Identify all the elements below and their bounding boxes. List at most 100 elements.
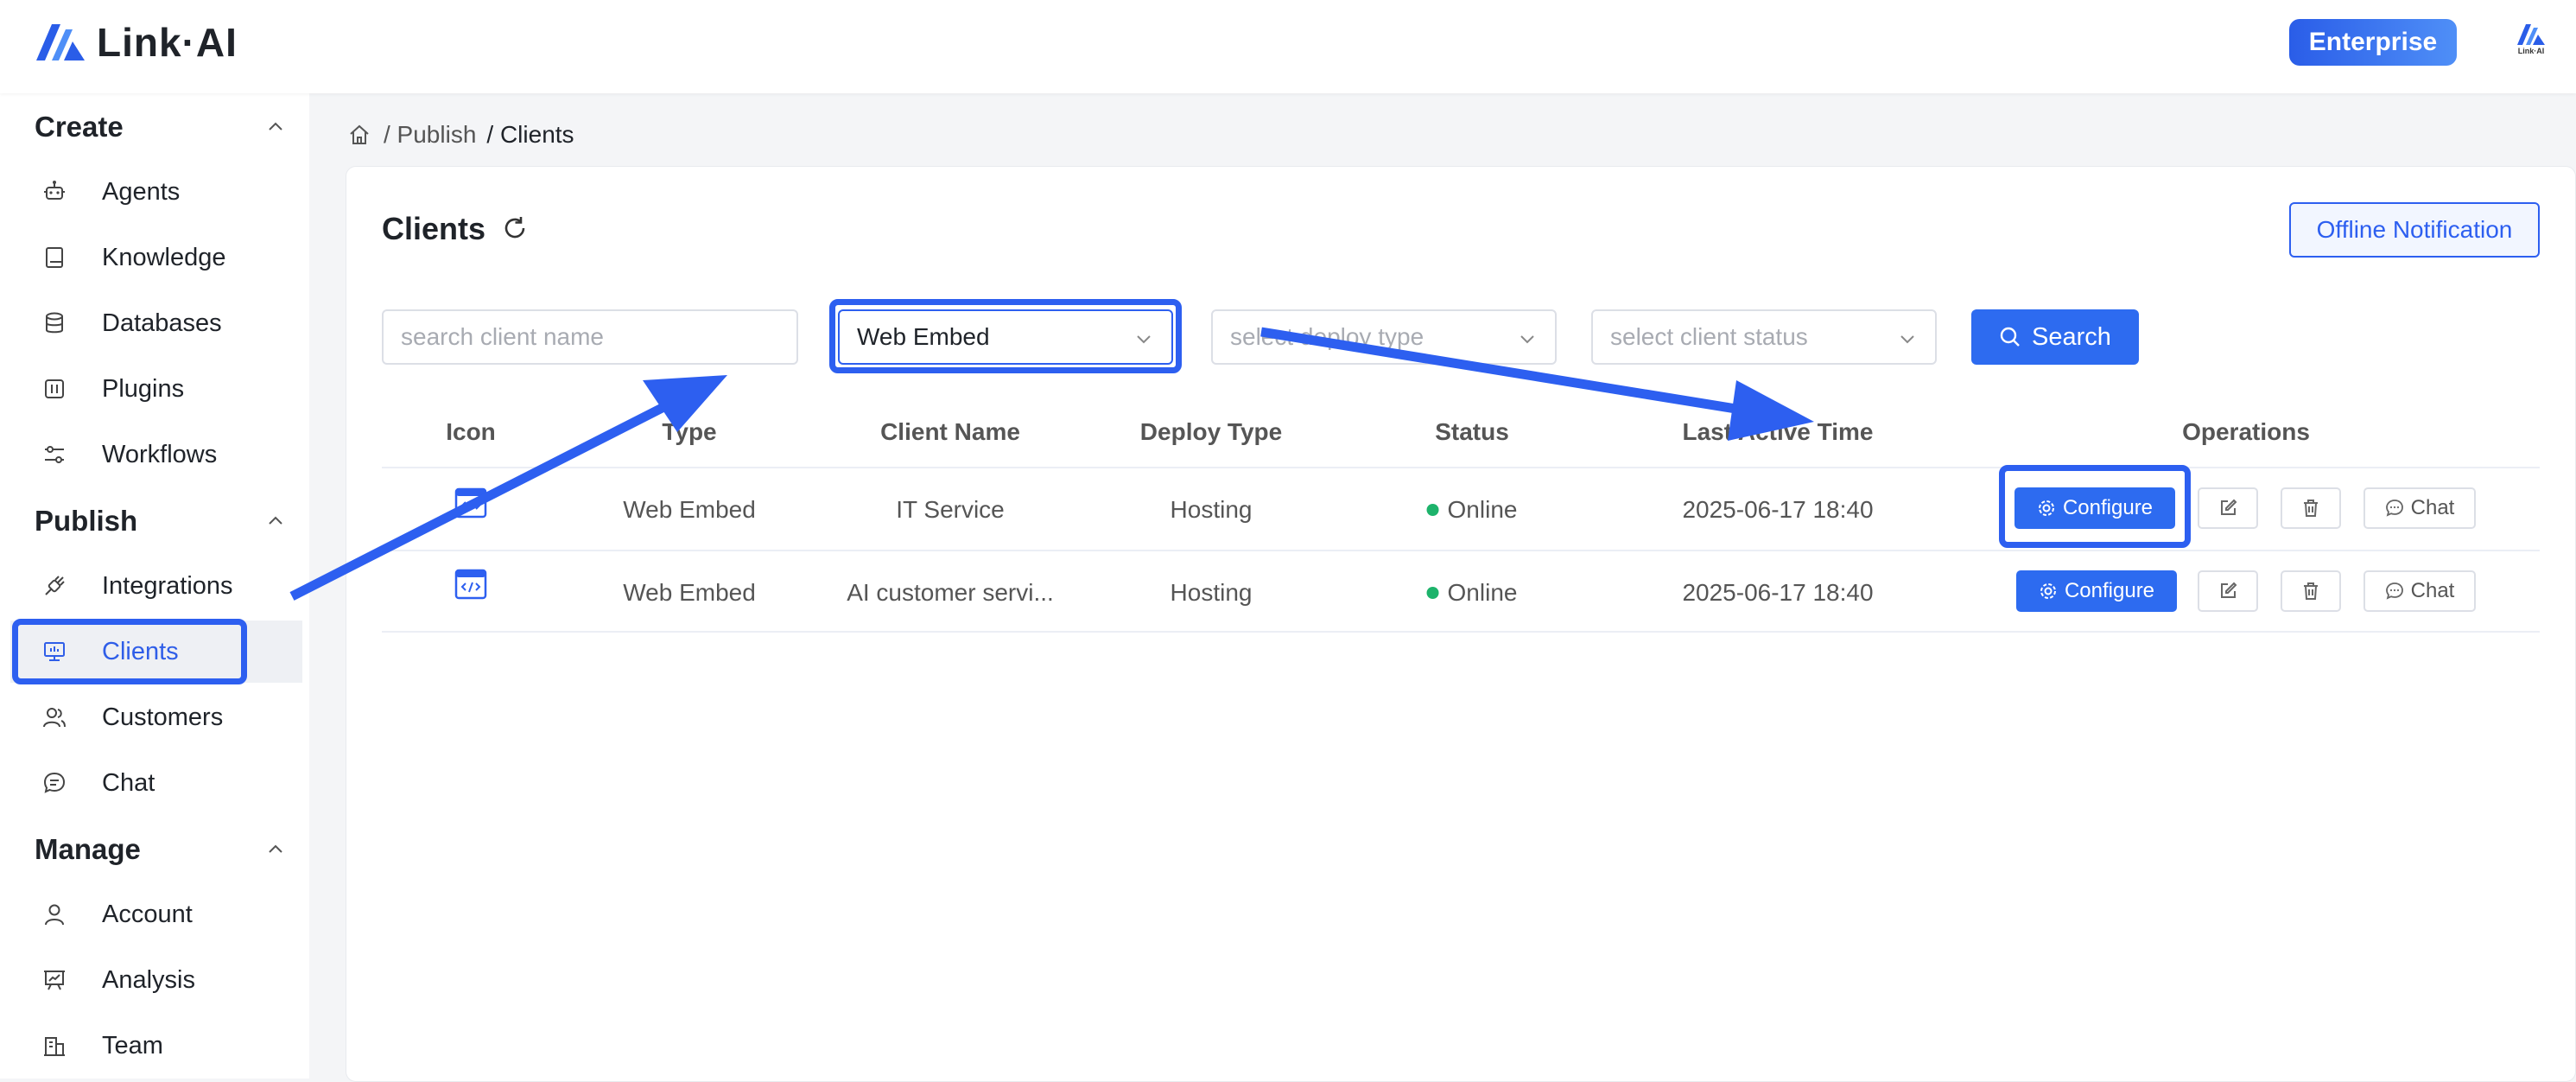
online-dot-icon: [1426, 504, 1439, 516]
sidebar-item-label: Agents: [102, 177, 181, 206]
column-header-deploy-type: Deploy Type: [1139, 418, 1283, 445]
cell-type: Web Embed: [623, 496, 756, 523]
building-icon: [40, 1031, 69, 1060]
cell-last-active: 2025-06-17 18:40: [1682, 496, 1874, 523]
search-icon: [2000, 327, 2020, 347]
enterprise-button[interactable]: Enterprise: [2289, 19, 2457, 66]
chevron-down-icon: [1900, 335, 1914, 344]
delete-button[interactable]: [2281, 487, 2341, 529]
avatar[interactable]: Link·AI: [2510, 22, 2552, 64]
sidebar-item-integrations[interactable]: Integrations: [10, 555, 302, 617]
chat-bubble-icon: [40, 768, 69, 798]
section-title: Create: [35, 111, 124, 143]
gear-icon: [2040, 583, 2056, 599]
avatar-text: Link·AI: [2517, 47, 2545, 55]
cell-status: Online: [1426, 496, 1517, 524]
section-create[interactable]: Create: [35, 105, 285, 149]
delete-button[interactable]: [2281, 570, 2341, 612]
sidebar-item-databases[interactable]: Databases: [10, 292, 302, 354]
sidebar-item-label: Integrations: [102, 571, 233, 600]
search-button[interactable]: Search: [1971, 309, 2139, 365]
edit-icon: [2221, 582, 2237, 598]
sidebar-item-label: Customers: [102, 703, 224, 731]
cell-deploy-type: Hosting: [1170, 579, 1253, 606]
deploy-type-placeholder: select deploy type: [1230, 323, 1424, 350]
table-divider: [382, 631, 2540, 633]
plug-icon: [40, 571, 69, 601]
sidebar-item-label: Workflows: [102, 440, 218, 468]
client-status-select[interactable]: select client status: [1591, 309, 1937, 365]
clients-highlight-box: [12, 619, 247, 684]
status-text: Online: [1447, 579, 1518, 606]
users-icon: [40, 703, 69, 732]
type-select-highlight-box: [829, 299, 1182, 373]
home-icon[interactable]: [347, 123, 371, 147]
user-icon: [40, 900, 69, 929]
cell-deploy-type: Hosting: [1170, 496, 1253, 523]
table-divider: [382, 550, 2540, 551]
avatar-logo-icon: [2517, 24, 2545, 45]
chevron-up-icon: [269, 844, 282, 853]
sidebar-item-label: Knowledge: [102, 243, 226, 271]
column-header-type: Type: [662, 418, 717, 445]
breadcrumb-publish[interactable]: / Publish: [384, 121, 476, 149]
breadcrumb: / Publish / Clients: [347, 121, 574, 149]
chat-label: Chat: [2410, 496, 2455, 519]
column-header-status: Status: [1435, 418, 1509, 445]
cell-status: Online: [1426, 579, 1518, 607]
configure-label: Configure: [2064, 579, 2155, 602]
logo-text: Link·AI: [97, 20, 238, 65]
page-title: Clients: [382, 211, 486, 246]
trash-icon: [2304, 582, 2318, 600]
top-header: Link·AI Enterprise Link·AI: [0, 0, 2576, 93]
clients-card: [346, 166, 2576, 1082]
trash-icon: [2304, 500, 2318, 517]
sidebar-item-chat[interactable]: Chat: [10, 752, 302, 814]
offline-notification-button[interactable]: Offline Notification: [2289, 202, 2540, 258]
client-name-search-input[interactable]: search client name: [382, 309, 798, 365]
section-title: Manage: [35, 833, 141, 865]
sidebar-item-agents[interactable]: Agents: [10, 161, 302, 223]
edit-button[interactable]: [2198, 487, 2258, 529]
sidebar-item-label: Team: [102, 1031, 163, 1060]
chat-bubble-icon: [2385, 500, 2403, 517]
chevron-up-icon: [269, 122, 282, 130]
sidebar-item-workflows[interactable]: Workflows: [10, 423, 302, 486]
section-title: Publish: [35, 505, 138, 537]
book-icon: [40, 243, 69, 272]
workflow-icon: [40, 440, 69, 469]
cell-client-name: IT Service: [896, 496, 1005, 523]
configure-button[interactable]: Configure: [2016, 570, 2177, 612]
column-header-icon: Icon: [446, 418, 496, 445]
presentation-chart-icon: [40, 965, 69, 995]
chat-button[interactable]: Chat: [2363, 570, 2476, 612]
sidebar-item-label: Account: [102, 900, 193, 928]
edit-button[interactable]: [2198, 570, 2258, 612]
edit-icon: [2221, 499, 2237, 515]
refresh-icon[interactable]: [501, 214, 529, 242]
chat-bubble-icon: [2385, 582, 2403, 600]
chat-button[interactable]: Chat: [2363, 487, 2476, 529]
column-header-client-name: Client Name: [880, 418, 1020, 445]
sidebar-item-customers[interactable]: Customers: [10, 686, 302, 748]
robot-icon: [40, 177, 69, 207]
sidebar-item-team[interactable]: Team: [10, 1015, 302, 1077]
sidebar-item-account[interactable]: Account: [10, 883, 302, 945]
sidebar-item-plugins[interactable]: Plugins: [10, 358, 302, 420]
section-manage[interactable]: Manage: [35, 828, 285, 871]
section-publish[interactable]: Publish: [35, 500, 285, 543]
database-icon: [40, 309, 69, 338]
configure-highlight-box: [1999, 465, 2191, 548]
cell-client-name: AI customer servi...: [847, 579, 1054, 606]
logo[interactable]: Link·AI: [33, 19, 238, 66]
breadcrumb-clients: / Clients: [486, 121, 574, 148]
sidebar-item-label: Plugins: [102, 374, 185, 403]
web-embed-icon: [454, 487, 487, 519]
chat-label: Chat: [2410, 579, 2455, 602]
sidebar-item-knowledge[interactable]: Knowledge: [10, 226, 302, 289]
sidebar-item-label: Databases: [102, 309, 222, 337]
web-embed-icon: [454, 569, 487, 600]
chevron-down-icon: [1520, 335, 1534, 344]
sidebar-item-analysis[interactable]: Analysis: [10, 949, 302, 1011]
deploy-type-select[interactable]: select deploy type: [1211, 309, 1557, 365]
